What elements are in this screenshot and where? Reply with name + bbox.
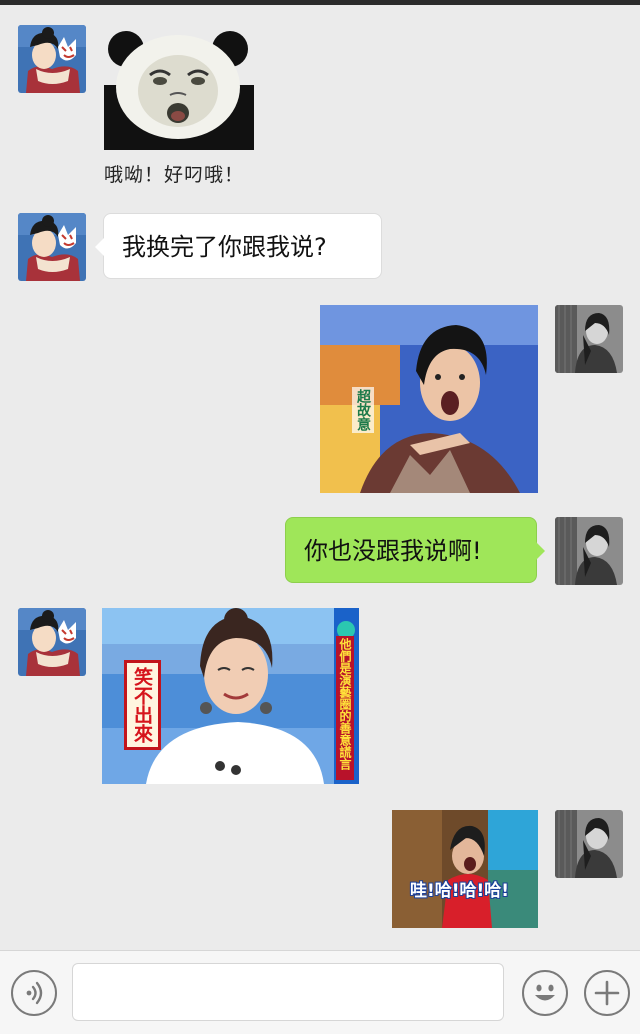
voice-button[interactable]	[11, 970, 57, 1016]
voice-icon	[26, 981, 43, 1005]
sent-image-message[interactable]: 超故意	[320, 305, 538, 493]
sent-text-bubble[interactable]: 你也没跟我说啊!	[285, 517, 545, 583]
plus-icon	[594, 980, 620, 1006]
my-avatar[interactable]	[555, 517, 623, 585]
emoji-button[interactable]	[522, 970, 568, 1016]
chat-history[interactable]: 哦呦！好叼哦！ 我换完了你跟我说? 超故意 你也没跟我说啊! 笑不出來 他們是演…	[0, 5, 640, 950]
panda-meme-sticker	[104, 31, 254, 150]
grayscale-woman-photo-avatar	[555, 810, 623, 878]
image-caption: 超故意	[352, 387, 374, 433]
message-input-bar	[0, 950, 640, 1034]
received-text-bubble[interactable]: 我换完了你跟我说?	[95, 213, 382, 279]
sent-image-message[interactable]: 哇!哈!哈!哈!	[392, 810, 538, 928]
emoji-icon	[535, 984, 555, 1001]
cartoon-woman-fox-avatar	[18, 25, 86, 93]
received-image-message[interactable]: 笑不出來 他們是演藝圈的善意謊言	[102, 608, 359, 784]
contact-avatar[interactable]	[18, 608, 86, 676]
image-caption: 哇!哈!哈!哈!	[410, 881, 510, 901]
sticker-caption: 哦呦！好叼哦！	[104, 164, 245, 186]
laughing-woman-tv-still	[392, 810, 538, 928]
contact-avatar[interactable]	[18, 213, 86, 281]
more-button[interactable]	[584, 970, 630, 1016]
message-text-input[interactable]	[72, 963, 504, 1021]
cartoon-woman-fox-avatar	[18, 608, 86, 676]
grayscale-woman-photo-avatar	[555, 305, 623, 373]
image-caption: 笑不出來	[124, 660, 161, 750]
panda-sticker-message[interactable]: 哦呦！好叼哦！	[104, 25, 254, 195]
image-side-caption: 他們是演藝圈的善意謊言	[336, 636, 354, 780]
contact-avatar[interactable]	[18, 25, 86, 93]
cartoon-woman-fox-avatar	[18, 213, 86, 281]
my-avatar[interactable]	[555, 305, 623, 373]
my-avatar[interactable]	[555, 810, 623, 878]
grayscale-woman-photo-avatar	[555, 517, 623, 585]
